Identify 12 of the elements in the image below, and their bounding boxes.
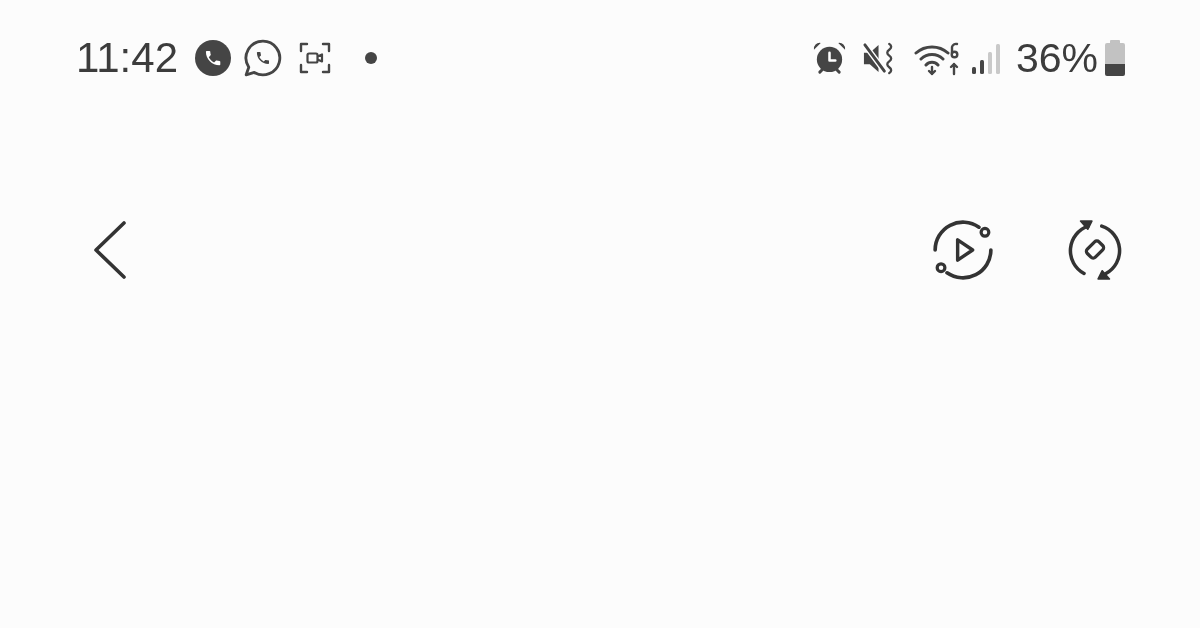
- battery-icon: [1103, 40, 1127, 76]
- status-time: 11:42: [76, 37, 178, 79]
- phone-call-icon: [195, 40, 231, 76]
- notification-dot-icon: [365, 52, 377, 64]
- circular-play-icon[interactable]: [933, 220, 993, 280]
- battery-percentage: 36%: [1015, 37, 1098, 79]
- rotate-icon[interactable]: [1067, 220, 1123, 280]
- chat-phone-icon: [244, 39, 282, 77]
- screen-record-icon: [299, 42, 331, 74]
- signal-bars-icon: [969, 42, 1002, 74]
- back-icon[interactable]: [93, 220, 127, 280]
- alarm-clock-icon: [811, 40, 847, 76]
